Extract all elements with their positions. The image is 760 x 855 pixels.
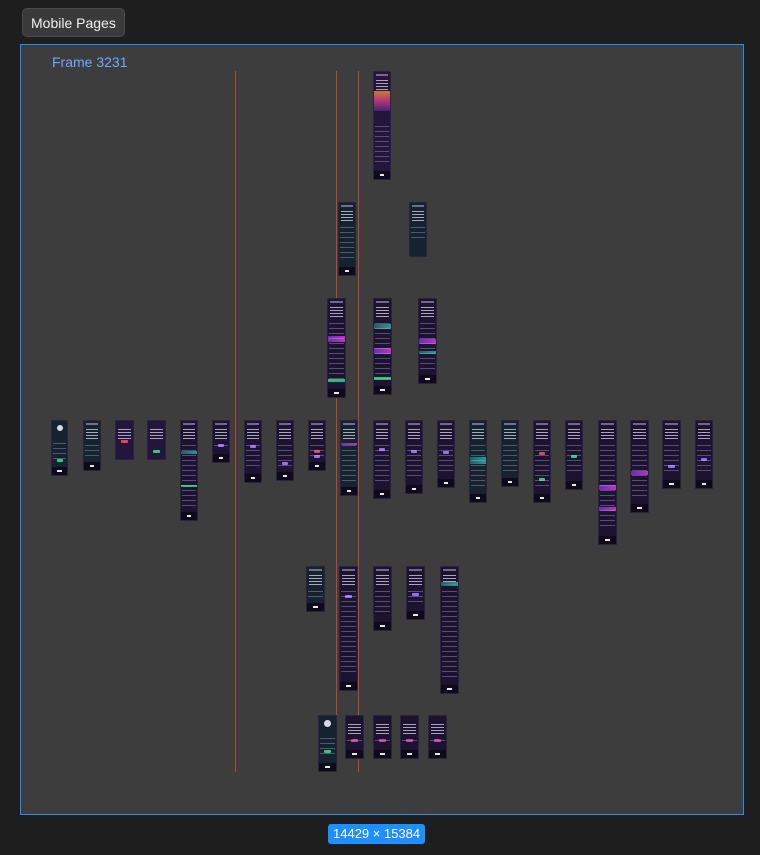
mobile-screen-profile[interactable] <box>51 420 68 476</box>
screen-status-bar <box>376 74 388 76</box>
mobile-screen[interactable] <box>400 715 419 759</box>
mobile-screen[interactable] <box>339 566 358 691</box>
selection-size-badge: 14429 × 15384 <box>328 824 426 844</box>
frame-label[interactable]: Frame 3231 <box>52 54 127 70</box>
mobile-screen[interactable] <box>373 298 392 395</box>
mobile-screen[interactable] <box>180 420 198 521</box>
mobile-screen[interactable] <box>501 420 519 487</box>
mobile-screen[interactable] <box>662 420 681 489</box>
mobile-screen[interactable] <box>338 202 356 276</box>
mobile-screen[interactable] <box>373 715 392 759</box>
frame-3231[interactable]: Frame 3231 <box>20 44 744 815</box>
layout-guide <box>358 71 359 772</box>
mobile-screen[interactable] <box>115 420 134 460</box>
avatar <box>324 720 331 727</box>
mobile-screen[interactable] <box>418 298 437 384</box>
mobile-screen[interactable] <box>212 420 230 463</box>
mobile-screen[interactable] <box>533 420 551 503</box>
mobile-screen[interactable] <box>147 420 166 460</box>
mobile-screen[interactable] <box>306 566 325 612</box>
screen-hero-text <box>375 80 389 90</box>
mobile-screen[interactable] <box>630 420 649 513</box>
mobile-screen-landing[interactable] <box>373 71 391 180</box>
screen-footer <box>374 171 390 179</box>
mobile-screen[interactable] <box>565 420 583 490</box>
mobile-screen[interactable] <box>440 566 459 694</box>
mobile-screen[interactable] <box>244 420 262 483</box>
mobile-screen[interactable] <box>409 202 427 257</box>
mobile-screen[interactable] <box>469 420 487 503</box>
mobile-screen-profile[interactable] <box>318 715 337 772</box>
mobile-screen[interactable] <box>327 298 346 398</box>
layout-guide <box>235 71 236 772</box>
mobile-screen[interactable] <box>695 420 713 489</box>
screen-hero-gradient <box>374 91 390 111</box>
layout-guide <box>336 71 337 772</box>
mobile-screen[interactable] <box>345 715 364 759</box>
mobile-screen[interactable] <box>428 715 447 759</box>
mobile-screen[interactable] <box>83 420 101 471</box>
mobile-screen[interactable] <box>373 420 391 499</box>
screen-content <box>375 125 389 165</box>
mobile-screen[interactable] <box>373 566 392 631</box>
mobile-screen[interactable] <box>276 420 294 481</box>
mobile-screen[interactable] <box>308 420 326 471</box>
avatar <box>56 425 63 431</box>
mobile-screen[interactable] <box>406 566 425 620</box>
mobile-screen[interactable] <box>598 420 617 545</box>
design-canvas[interactable]: Mobile Pages Frame 3231 14429 × 15384 <box>0 0 760 855</box>
mobile-screen[interactable] <box>437 420 455 488</box>
mobile-screen[interactable] <box>405 420 423 494</box>
mobile-screen[interactable] <box>340 420 358 496</box>
page-name-chip[interactable]: Mobile Pages <box>22 8 125 37</box>
